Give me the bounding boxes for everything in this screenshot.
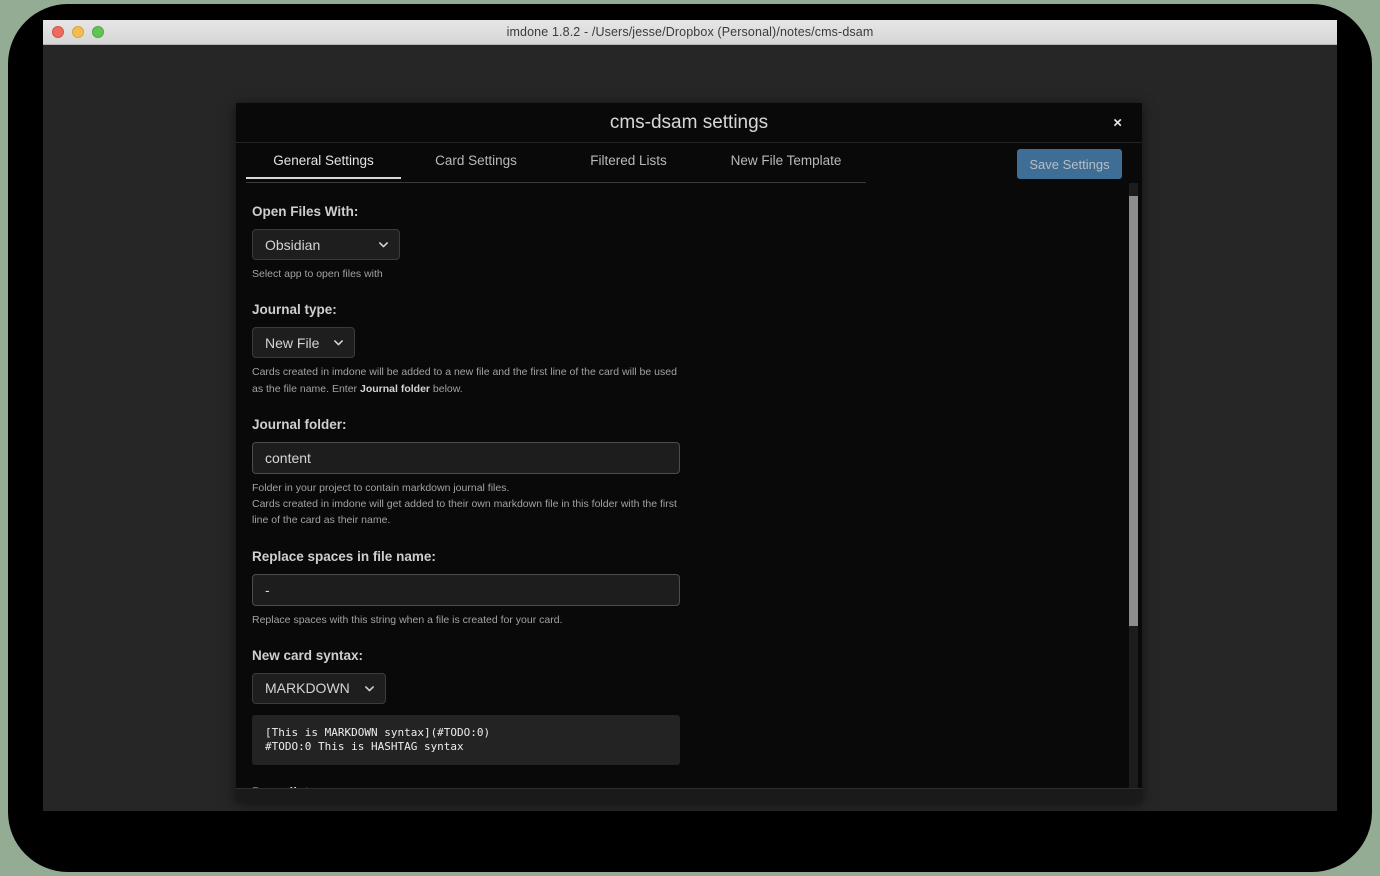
journal-type-helper-part1: Cards created in imdone will be added to… xyxy=(252,366,677,395)
new-card-syntax-preview: [This is MARKDOWN syntax](#TODO:0) #TODO… xyxy=(252,714,680,766)
settings-scrollbar-track[interactable] xyxy=(1129,183,1138,788)
chevron-down-icon xyxy=(333,337,344,348)
maximize-window-icon[interactable] xyxy=(92,26,104,38)
application-window: imdone 1.8.2 - /Users/jesse/Dropbox (Per… xyxy=(43,20,1337,811)
open-files-with-label: Open Files With: xyxy=(252,204,359,219)
field-journal-type: Journal type: New File Cards created in … xyxy=(252,302,1112,397)
chevron-down-icon xyxy=(378,239,389,250)
journal-folder-helper-line1: Folder in your project to contain markdo… xyxy=(252,481,510,494)
close-icon[interactable]: × xyxy=(1107,111,1128,134)
modal-footer xyxy=(236,788,1142,802)
settings-modal: cms-dsam settings × General Settings Car… xyxy=(236,103,1142,802)
modal-tabs-row: General Settings Card Settings Filtered … xyxy=(236,143,1142,183)
settings-scroll-region: Open Files With: Obsidian Select app to … xyxy=(236,183,1142,788)
field-journal-folder: Journal folder: Folder in your project t… xyxy=(252,417,1112,529)
journal-folder-input[interactable] xyxy=(252,441,680,474)
window-title: imdone 1.8.2 - /Users/jesse/Dropbox (Per… xyxy=(506,25,874,39)
journal-type-value: New File xyxy=(265,334,320,351)
modal-title: cms-dsam settings xyxy=(609,111,769,133)
tab-general-settings[interactable]: General Settings xyxy=(246,143,401,179)
syntax-preview-line2: #TODO:0 This is HASHTAG syntax xyxy=(265,739,464,753)
modal-header: cms-dsam settings × xyxy=(236,103,1142,143)
tab-list: General Settings Card Settings Filtered … xyxy=(246,143,866,183)
journal-folder-helper-line2: Cards created in imdone will get added t… xyxy=(252,498,677,527)
settings-scrollbar-thumb[interactable] xyxy=(1129,196,1138,626)
tab-card-settings[interactable]: Card Settings xyxy=(401,143,551,179)
chevron-down-icon xyxy=(364,683,375,694)
replace-spaces-input[interactable] xyxy=(252,573,680,606)
open-files-with-helper: Select app to open files with xyxy=(252,268,383,280)
journal-type-label: Journal type: xyxy=(252,302,337,318)
journal-folder-label: Journal folder: xyxy=(252,416,347,432)
general-settings-panel: Open Files With: Obsidian Select app to … xyxy=(236,183,1142,788)
replace-spaces-helper: Replace spaces with this string when a f… xyxy=(252,613,563,626)
minimize-window-icon[interactable] xyxy=(72,26,84,38)
desktop-background: imdone 1.8.2 - /Users/jesse/Dropbox (Per… xyxy=(0,0,1380,876)
field-done-list: Done list DONE When cards are moved to t… xyxy=(252,785,1112,788)
app-body: cms-dsam settings × General Settings Car… xyxy=(43,45,1337,811)
done-list-label: Done list xyxy=(252,785,1112,788)
new-card-syntax-label: New card syntax: xyxy=(252,647,364,663)
tab-new-file-template[interactable]: New File Template xyxy=(706,143,866,179)
field-open-files-with: Open Files With: Obsidian Select app to … xyxy=(252,204,1112,282)
journal-folder-helper: Folder in your project to contain markdo… xyxy=(252,480,682,529)
field-replace-spaces: Replace spaces in file name: Replace spa… xyxy=(252,549,1112,628)
traffic-light-controls[interactable] xyxy=(52,20,104,44)
close-window-icon[interactable] xyxy=(52,26,64,38)
open-files-with-select[interactable]: Obsidian xyxy=(252,229,400,260)
syntax-preview-line1: [This is MARKDOWN syntax](#TODO:0) xyxy=(265,725,491,739)
open-files-with-value: Obsidian xyxy=(265,236,321,253)
replace-spaces-label: Replace spaces in file name: xyxy=(252,548,436,564)
window-titlebar: imdone 1.8.2 - /Users/jesse/Dropbox (Per… xyxy=(43,20,1337,45)
save-settings-button[interactable]: Save Settings xyxy=(1017,149,1122,179)
journal-type-helper-part2: below. xyxy=(430,382,463,395)
journal-type-helper: Cards created in imdone will be added to… xyxy=(252,364,682,397)
tab-filtered-lists[interactable]: Filtered Lists xyxy=(551,143,706,179)
new-card-syntax-value: MARKDOWN xyxy=(265,680,350,697)
new-card-syntax-select[interactable]: MARKDOWN xyxy=(252,672,386,704)
field-new-card-syntax: New card syntax: MARKDOWN [This is MARKD… xyxy=(252,647,1112,766)
journal-type-select[interactable]: New File xyxy=(252,327,356,359)
journal-type-helper-bold: Journal folder xyxy=(359,382,430,395)
